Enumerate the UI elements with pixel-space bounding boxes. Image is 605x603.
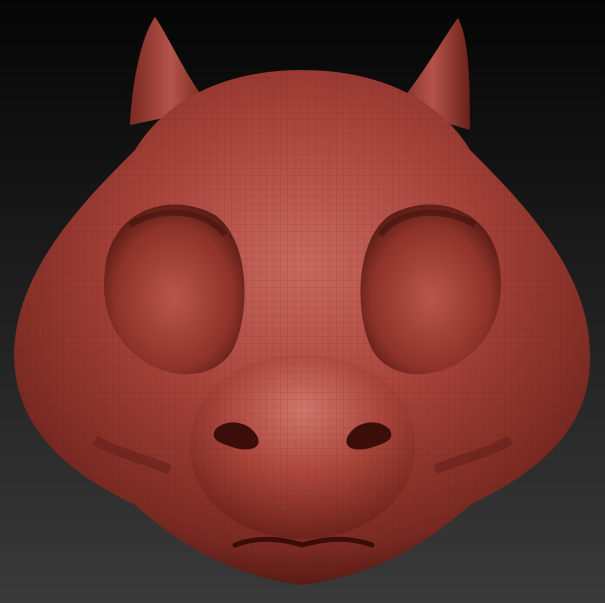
model-render	[14, 17, 591, 585]
sculpt-viewport[interactable]	[0, 0, 605, 603]
